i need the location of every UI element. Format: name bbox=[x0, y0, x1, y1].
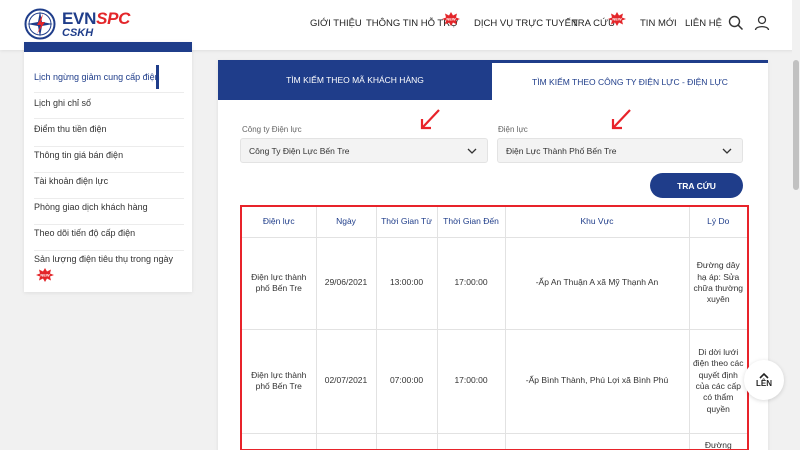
sidebar-item-phong-giao-dich-khach-hang[interactable]: Phòng giao dịch khách hàng bbox=[34, 199, 184, 225]
branch-select-value: Điện Lực Thành Phố Bến Tre bbox=[506, 145, 617, 156]
sidebar-item-san-luong-dien[interactable]: Sản lượng điện tiêu thụ trong ngày bbox=[34, 251, 184, 285]
sidebar-item-diem-thu-tien-dien[interactable]: Điểm thu tiền điện bbox=[34, 121, 184, 147]
cell-khu-vuc: -Ấp An Thuận A xã Mỹ Thạnh An bbox=[505, 237, 690, 330]
back-to-top-button[interactable]: LÊN bbox=[744, 360, 784, 400]
nav-item-lien-he[interactable]: LIÊN HỆ bbox=[685, 18, 722, 29]
cell-den bbox=[437, 433, 506, 449]
search-panel: TÌM KIẾM THEO MÃ KHÁCH HÀNG TÌM KIẾM THE… bbox=[218, 60, 768, 450]
branch-field-label: Điện lực bbox=[498, 125, 528, 134]
table-row: Đường bbox=[242, 433, 747, 449]
outage-table-highlight: Điện lực Ngày Thời Gian Từ Thời Gian Đến… bbox=[240, 205, 749, 450]
nav-item-gioi-thieu[interactable]: GIỚI THIỆU bbox=[310, 18, 362, 29]
column-header: Khu Vực bbox=[505, 207, 690, 238]
nav-item-tin-moi[interactable]: TIN MỚI bbox=[640, 18, 677, 29]
tab-search-by-power-company[interactable]: TÌM KIẾM THEO CÔNG TY ĐIỆN LỰC - ĐIỆN LỰ… bbox=[492, 60, 768, 100]
column-header: Ngày bbox=[316, 207, 377, 238]
sidebar-item-thong-tin-gia-ban-dien[interactable]: Thông tin giá bán điện bbox=[34, 147, 184, 173]
red-arrow-annotation-icon bbox=[611, 109, 631, 130]
chevron-down-icon bbox=[722, 148, 732, 154]
svg-text:NEW: NEW bbox=[40, 273, 50, 278]
cell-tu: 07:00:00 bbox=[376, 329, 438, 434]
chevron-up-icon bbox=[759, 372, 769, 379]
cell-tu bbox=[376, 433, 438, 449]
table-row: Điện lực thành phố Bến Tre 29/06/2021 13… bbox=[242, 237, 747, 330]
cell-ly-do: Di dời lưới điện theo các quyết định của… bbox=[689, 329, 747, 434]
cell-dien-luc: Điện lực thành phố Bến Tre bbox=[242, 329, 317, 434]
cell-dien-luc bbox=[242, 433, 317, 449]
svg-text:NEW: NEW bbox=[612, 17, 622, 22]
company-select-value: Công Ty Điện Lực Bến Tre bbox=[249, 145, 350, 156]
cell-dien-luc: Điện lực thành phố Bến Tre bbox=[242, 237, 317, 330]
cell-ngay: 02/07/2021 bbox=[316, 329, 377, 434]
company-select[interactable]: Công Ty Điện Lực Bến Tre bbox=[240, 138, 488, 163]
sidebar-item-lich-ngung-giam-cung-cap-dien[interactable]: Lịch ngừng giảm cung cấp điện bbox=[34, 69, 184, 93]
new-badge-icon: NEW bbox=[36, 268, 54, 282]
table-header-row: Điện lực Ngày Thời Gian Từ Thời Gian Đến… bbox=[242, 207, 747, 238]
cell-den: 17:00:00 bbox=[437, 329, 506, 434]
cell-ngay bbox=[316, 433, 377, 449]
company-field-label: Công ty Điện lực bbox=[242, 125, 302, 134]
chevron-down-icon bbox=[467, 148, 477, 154]
page-scrollbar[interactable] bbox=[792, 0, 800, 450]
svg-text:NEW: NEW bbox=[446, 17, 456, 22]
column-header: Thời Gian Từ bbox=[376, 207, 438, 238]
cell-tu: 13:00:00 bbox=[376, 237, 438, 330]
branch-select[interactable]: Điện Lực Thành Phố Bến Tre bbox=[497, 138, 743, 163]
sidebar: Lịch ngừng giảm cung cấp điện Lịch ghi c… bbox=[24, 42, 192, 292]
sidebar-item-theo-doi-tien-do-cap-dien[interactable]: Theo dõi tiến độ cấp điện bbox=[34, 225, 184, 251]
cell-den: 17:00:00 bbox=[437, 237, 506, 330]
cell-khu-vuc: -Ấp Bình Thành, Phú Lợi xã Bình Phú bbox=[505, 329, 690, 434]
table-row: Điện lực thành phố Bến Tre 02/07/2021 07… bbox=[242, 329, 747, 434]
outage-table: Điện lực Ngày Thời Gian Từ Thời Gian Đến… bbox=[242, 207, 747, 449]
column-header: Lý Do bbox=[689, 207, 747, 238]
main-nav: GIỚI THIỆU THÔNG TIN HỖ TRỢ NEW DỊCH VỤ … bbox=[0, 12, 800, 32]
sidebar-item-tai-khoan-dien-luc[interactable]: Tài khoản điện lực bbox=[34, 173, 184, 199]
column-header: Điện lực bbox=[242, 207, 317, 238]
column-header: Thời Gian Đến bbox=[437, 207, 506, 238]
cell-khu-vuc bbox=[505, 433, 690, 449]
nav-item-dich-vu-truc-tuyen[interactable]: DỊCH VỤ TRỰC TUYẾN bbox=[474, 18, 578, 29]
search-button[interactable]: TRA CỨU bbox=[650, 173, 743, 198]
new-badge-icon: NEW bbox=[608, 12, 626, 26]
sidebar-active-indicator bbox=[156, 65, 159, 89]
tab-search-by-customer-code[interactable]: TÌM KIẾM THEO MÃ KHÁCH HÀNG bbox=[218, 60, 492, 100]
cell-ngay: 29/06/2021 bbox=[316, 237, 377, 330]
user-icon[interactable] bbox=[754, 15, 770, 31]
cell-ly-do: Đường bbox=[689, 433, 747, 449]
cell-ly-do: Đường dây hạ áp: Sửa chữa thường xuyên bbox=[689, 237, 747, 330]
red-arrow-annotation-icon bbox=[420, 109, 440, 130]
sidebar-topbar bbox=[24, 42, 192, 52]
back-to-top-label: LÊN bbox=[756, 379, 772, 388]
new-badge-icon: NEW bbox=[442, 12, 460, 26]
scrollbar-thumb[interactable] bbox=[793, 60, 799, 190]
search-icon[interactable] bbox=[728, 15, 744, 31]
sidebar-item-lich-ghi-chi-so[interactable]: Lịch ghi chỉ số bbox=[34, 95, 184, 119]
